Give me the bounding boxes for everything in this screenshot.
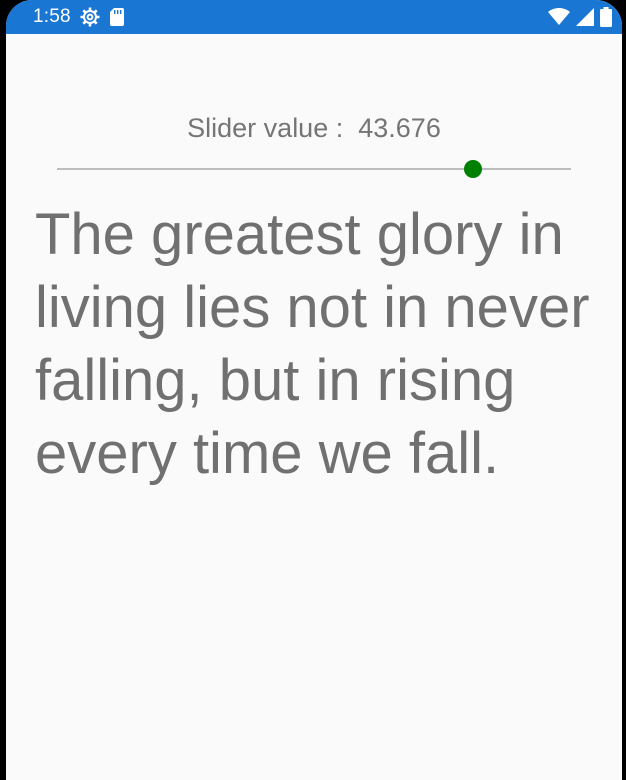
- slider-fill: [57, 168, 474, 170]
- slider-thumb[interactable]: [464, 160, 483, 178]
- cell-signal-icon: [576, 8, 594, 31]
- app-screen: 1:58 Slider value: 43.676 The greatest …: [6, 0, 622, 780]
- slider-value-label: Slider value : 43.676: [6, 112, 622, 144]
- slider-value-text: 43.676: [358, 113, 441, 143]
- wifi-icon: [548, 7, 570, 31]
- quote-text: The greatest glory in living lies not in…: [35, 202, 590, 486]
- status-bar: 1:58: [6, 0, 622, 34]
- sd-card-icon: [110, 8, 124, 31]
- device-frame: 1:58 Slider value: 43.676 The greatest …: [0, 0, 626, 780]
- status-right-icons: [548, 7, 612, 32]
- main-content: Slider value : 43.676 The greatest glory…: [6, 34, 622, 780]
- battery-icon: [600, 7, 612, 32]
- status-time: 1:58: [33, 6, 71, 27]
- status-left-icons: [80, 7, 124, 32]
- settings-gear-icon: [80, 7, 100, 32]
- slider-label-prefix: Slider value :: [187, 113, 344, 143]
- value-slider[interactable]: [57, 158, 571, 182]
